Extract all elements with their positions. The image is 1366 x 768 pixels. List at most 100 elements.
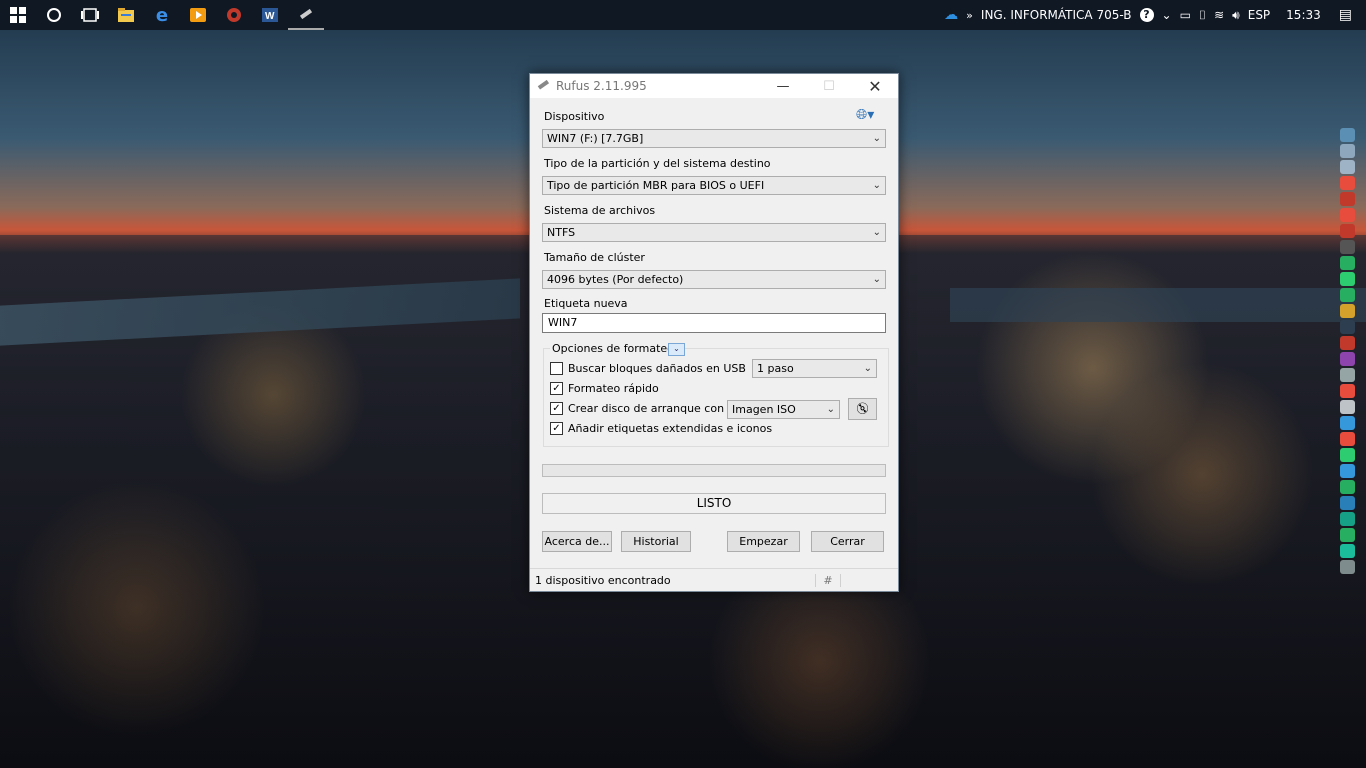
chevron-down-icon: ⌄ <box>863 363 872 374</box>
network-name: ING. INFORMÁTICA 705-B <box>980 8 1132 22</box>
clock[interactable]: 15:33 <box>1286 8 1321 22</box>
cancel-button[interactable]: Cerrar <box>811 531 884 552</box>
wallpaper-river-right <box>950 288 1366 322</box>
dock-app-icon[interactable] <box>1340 448 1355 462</box>
start-button[interactable]: Empezar <box>727 531 800 552</box>
window-title: Rufus 2.11.995 <box>556 79 647 93</box>
title-bar[interactable]: Rufus 2.11.995 — ☐ ✕ <box>530 74 898 98</box>
dock-app-icon[interactable] <box>1340 400 1355 414</box>
dock-app-icon[interactable] <box>1340 256 1355 270</box>
volume-icon[interactable]: 🔊︎ <box>1232 8 1240 23</box>
usb-icon[interactable]: ⌷ <box>1199 8 1206 23</box>
onedrive-icon[interactable]: ☁ <box>944 7 958 23</box>
maximize-button[interactable]: ☐ <box>806 74 852 98</box>
chevron-down-icon[interactable]: ⌄ <box>1162 8 1172 22</box>
toggle-options-icon[interactable]: ⌄ <box>668 343 685 356</box>
notifications-icon[interactable]: ▤ <box>1339 7 1352 23</box>
volume-label: Etiqueta nueva <box>544 297 628 310</box>
dock-app-icon[interactable] <box>1340 560 1355 574</box>
extended-label-text: Añadir etiquetas extendidas e iconos <box>568 422 773 435</box>
dock-app-icon[interactable] <box>1340 368 1355 382</box>
svg-text:W: W <box>265 11 275 22</box>
chevron-down-icon: ⌄ <box>872 274 881 285</box>
close-window-button[interactable]: ✕ <box>852 74 898 98</box>
cluster-select[interactable]: 4096 bytes (Por defecto) ⌄ <box>542 270 886 289</box>
select-image-button[interactable]: 💿︎ <box>848 398 877 420</box>
minimize-button[interactable]: — <box>760 74 806 98</box>
bootable-box[interactable]: ✓ <box>550 402 563 415</box>
dock-app-icon[interactable] <box>1340 224 1355 238</box>
tray-overflow-icon[interactable]: » <box>966 9 973 22</box>
volume-label-input[interactable]: WIN7 <box>542 313 886 333</box>
dock-app-icon[interactable] <box>1340 480 1355 494</box>
dock-app-icon[interactable] <box>1340 304 1355 318</box>
edge-icon[interactable]: e <box>144 0 180 30</box>
hash-button[interactable]: # <box>815 573 841 587</box>
statusbar-text: 1 dispositivo encontrado <box>535 573 671 587</box>
quick-format-box[interactable]: ✓ <box>550 382 563 395</box>
about-button[interactable]: Acerca de... <box>542 531 612 552</box>
quick-format-checkbox[interactable]: ✓ Formateo rápido <box>550 382 659 395</box>
dock-app-icon[interactable] <box>1340 416 1355 430</box>
dock-app-icon[interactable] <box>1340 160 1355 174</box>
device-value: WIN7 (F:) [7.7GB] <box>547 132 644 145</box>
dock-app-icon[interactable] <box>1340 320 1355 334</box>
battery-icon[interactable]: ▭ <box>1180 8 1191 22</box>
dock-app-icon[interactable] <box>1340 512 1355 526</box>
side-dock <box>1340 128 1358 574</box>
dock-app-icon[interactable] <box>1340 144 1355 158</box>
passes-value: 1 paso <box>757 362 794 375</box>
chevron-down-icon: ⌄ <box>872 180 881 191</box>
dock-app-icon[interactable] <box>1340 128 1355 142</box>
dock-app-icon[interactable] <box>1340 240 1355 254</box>
dock-app-icon[interactable] <box>1340 544 1355 558</box>
dock-app-icon[interactable] <box>1340 352 1355 366</box>
cortana-icon[interactable] <box>36 0 72 30</box>
extended-label-checkbox[interactable]: ✓ Añadir etiquetas extendidas e iconos <box>550 422 772 435</box>
dock-app-icon[interactable] <box>1340 288 1355 302</box>
dock-app-icon[interactable] <box>1340 336 1355 350</box>
device-select[interactable]: WIN7 (F:) [7.7GB] ⌄ <box>542 129 886 148</box>
rufus-window: Rufus 2.11.995 — ☐ ✕ Dispositivo 🌐︎▾ WIN… <box>529 73 899 592</box>
dock-app-icon[interactable] <box>1340 272 1355 286</box>
dock-app-icon[interactable] <box>1340 192 1355 206</box>
dock-app-icon[interactable] <box>1340 496 1355 510</box>
help-icon[interactable]: ? <box>1139 8 1154 22</box>
dock-app-icon[interactable] <box>1340 432 1355 446</box>
partition-select[interactable]: Tipo de partición MBR para BIOS o UEFI ⌄ <box>542 176 886 195</box>
boot-type-value: Imagen ISO <box>732 403 796 416</box>
bad-blocks-box[interactable] <box>550 362 563 375</box>
history-button[interactable]: Historial <box>621 531 691 552</box>
bad-blocks-checkbox[interactable]: Buscar bloques dañados en USB <box>550 362 746 375</box>
dock-app-icon[interactable] <box>1340 464 1355 478</box>
word-icon[interactable]: W <box>252 0 288 30</box>
chevron-down-icon: ⌄ <box>872 227 881 238</box>
partition-label: Tipo de la partición y del sistema desti… <box>544 157 771 170</box>
chevron-down-icon: ⌄ <box>872 133 881 144</box>
filesystem-select[interactable]: NTFS ⌄ <box>542 223 886 242</box>
progress-bar <box>542 464 886 477</box>
rufus-icon[interactable] <box>288 0 324 30</box>
dock-app-icon[interactable] <box>1340 208 1355 222</box>
extended-label-box[interactable]: ✓ <box>550 422 563 435</box>
language-indicator[interactable]: ESP <box>1248 8 1270 22</box>
opera-icon[interactable] <box>216 0 252 30</box>
status-bar: 1 dispositivo encontrado # <box>530 568 898 591</box>
dock-app-icon[interactable] <box>1340 528 1355 542</box>
media-player-icon[interactable] <box>180 0 216 30</box>
dock-app-icon[interactable] <box>1340 176 1355 190</box>
bootable-checkbox[interactable]: ✓ Crear disco de arranque con <box>550 402 724 415</box>
language-globe-icon[interactable]: 🌐︎▾ <box>856 107 874 123</box>
boot-type-select[interactable]: Imagen ISO ⌄ <box>727 400 840 419</box>
wifi-icon[interactable]: ≋ <box>1214 8 1224 22</box>
filesystem-label: Sistema de archivos <box>544 204 656 217</box>
task-view-icon[interactable] <box>72 0 108 30</box>
passes-select[interactable]: 1 paso ⌄ <box>752 359 877 378</box>
file-explorer-icon[interactable] <box>108 0 144 30</box>
cluster-value: 4096 bytes (Por defecto) <box>547 273 684 286</box>
dock-app-icon[interactable] <box>1340 384 1355 398</box>
status-box: LISTO <box>542 493 886 514</box>
partition-value: Tipo de partición MBR para BIOS o UEFI <box>547 179 765 192</box>
windows-start-icon[interactable] <box>0 0 36 30</box>
system-tray: ☁ » ING. INFORMÁTICA 705-B ? ⌄ ▭ ⌷ ≋ 🔊︎ … <box>944 0 1366 30</box>
